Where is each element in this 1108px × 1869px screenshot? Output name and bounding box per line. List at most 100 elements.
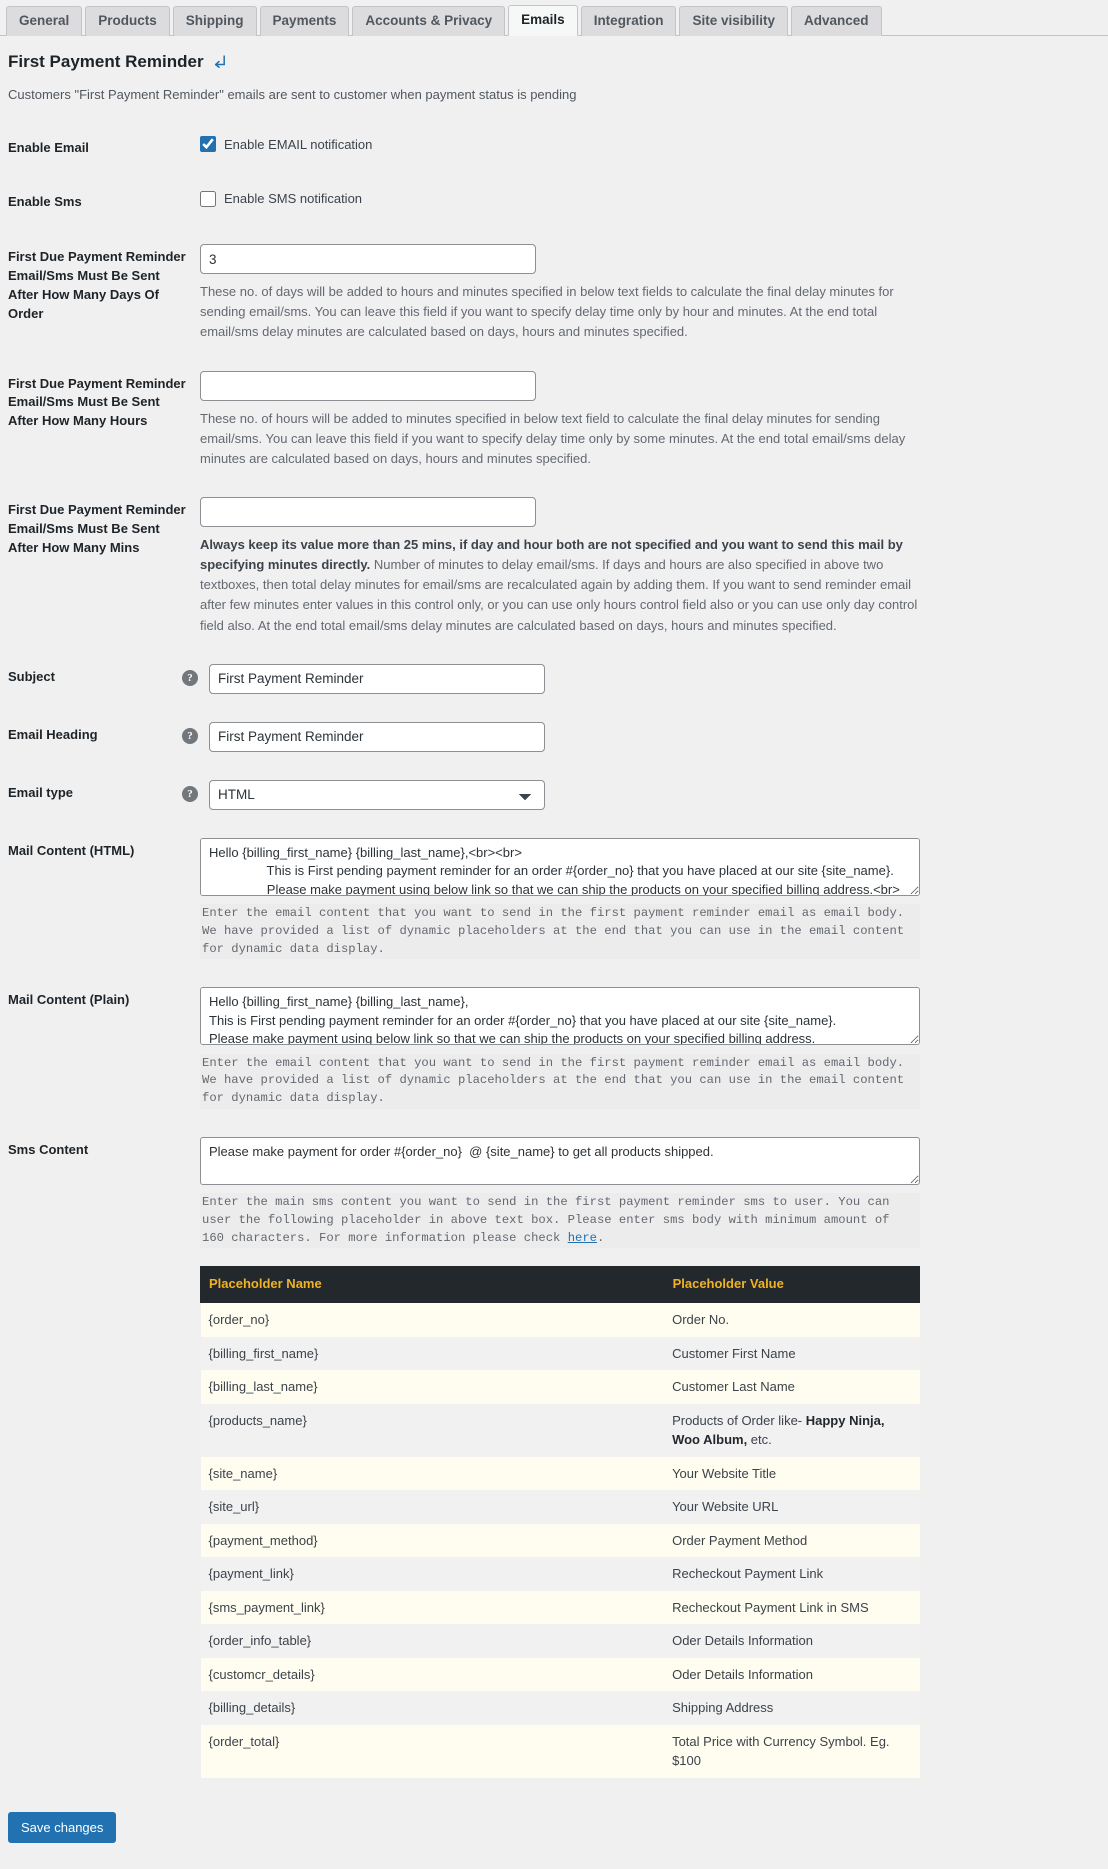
question-mark-icon[interactable]: ? (182, 669, 198, 686)
delay-days-description: These no. of days will be added to hours… (200, 284, 894, 340)
placeholder-value-cell: Shipping Address (664, 1691, 920, 1725)
placeholder-table-header-row: Placeholder Name Placeholder Value (200, 1266, 921, 1304)
sms-content-description-before: Enter the main sms content you want to s… (202, 1195, 890, 1245)
placeholder-value-cell: Total Price with Currency Symbol. Eg. $1… (664, 1724, 920, 1778)
placeholder-value-cell: Recheckout Payment Link in SMS (664, 1590, 920, 1625)
placeholder-table-body: {order_no} Order No. {billing_first_name} C… (200, 1302, 920, 1778)
label-subject: Subject (8, 668, 55, 684)
label-email-type: Email type (8, 784, 74, 800)
placeholder-value-cell: Order No. (664, 1302, 920, 1337)
placeholder-name-header: Placeholder Name (200, 1266, 665, 1304)
placeholder-value-cell: Products of Order like- Happy Ninja, Woo… (664, 1403, 920, 1457)
row-delay-mins: First Due Payment Reminder Email/Sms Mus… (0, 483, 1108, 650)
label-enable-email: Enable Email (8, 139, 89, 155)
enable-sms-checkbox-label[interactable]: Enable SMS notification (200, 189, 1098, 209)
placeholder-value-cell: Customer First Name (664, 1336, 920, 1371)
row-enable-email: Enable Email Enable EMAIL notification (0, 121, 1108, 176)
section-header: First Payment Reminder Customers "First … (0, 36, 1108, 105)
table-row: {sms_payment_link} Recheckout Payment Lin… (200, 1590, 920, 1625)
placeholder-name-cell: {payment_method} (200, 1523, 665, 1558)
table-row: {payment_method} Order Payment Method (200, 1523, 920, 1558)
email-heading-input[interactable] (209, 721, 545, 752)
mail-content-plain-textarea[interactable]: Hello {billing_first_name} {billing_last… (200, 987, 920, 1046)
delay-mins-description: Always keep its value more than 25 mins,… (200, 535, 920, 636)
placeholder-table: Placeholder Name Placeholder Value {orde… (200, 1266, 921, 1778)
row-email-heading: Email Heading ? (0, 708, 1108, 766)
tab-advanced[interactable]: Advanced (790, 5, 882, 36)
row-sms-content: Sms Content Please make payment for orde… (0, 1123, 1108, 1792)
tab-accounts-privacy[interactable]: Accounts & Privacy (352, 5, 506, 36)
label-mail-content-html: Mail Content (HTML) (8, 842, 135, 858)
question-mark-icon[interactable]: ? (182, 785, 198, 802)
tab-site-visibility[interactable]: Site visibility (679, 5, 788, 36)
page-description: Customers "First Payment Reminder" email… (8, 87, 577, 102)
placeholder-value-cell: Oder Details Information (664, 1624, 920, 1658)
sms-content-description-after: . (596, 1230, 605, 1245)
row-email-type: Email type ? HTML (0, 766, 1108, 824)
tab-general[interactable]: General (6, 5, 83, 36)
label-delay-hours: First Due Payment Reminder Email/Sms Mus… (8, 375, 186, 429)
tab-payments[interactable]: Payments (259, 5, 350, 36)
row-mail-content-plain: Mail Content (Plain) Hello {billing_firs… (0, 973, 1108, 1123)
table-row: {order_info_table} Oder Details Informati… (200, 1624, 920, 1658)
delay-hours-input[interactable] (200, 370, 536, 401)
placeholder-name-cell: {billing_last_name} (200, 1370, 665, 1404)
label-delay-mins: First Due Payment Reminder Email/Sms Mus… (8, 502, 186, 555)
table-row: {order_no} Order No. (200, 1302, 920, 1337)
label-email-heading: Email Heading (8, 726, 98, 742)
placeholder-name-cell: {billing_first_name} (200, 1336, 665, 1371)
placeholder-name-cell: {order_total} (200, 1724, 665, 1778)
save-changes-button[interactable]: Save changes (8, 1811, 117, 1844)
label-enable-sms: Enable Sms (8, 194, 82, 210)
table-row: {billing_details} Shipping Address (200, 1691, 920, 1725)
tab-shipping[interactable]: Shipping (172, 5, 257, 36)
page-title-text: First Payment Reminder (8, 52, 204, 71)
placeholder-value-header: Placeholder Value (663, 1266, 921, 1304)
question-mark-icon[interactable]: ? (182, 727, 198, 744)
table-row: {site_url} Your Website URL (200, 1490, 920, 1524)
label-delay-days: First Due Payment Reminder Email/Sms Mus… (8, 249, 186, 321)
placeholder-value-cell: Your Website Title (664, 1456, 920, 1491)
placeholder-name-cell: {order_no} (200, 1302, 665, 1337)
delay-mins-input[interactable] (200, 497, 536, 528)
placeholder-name-cell: {products_name} (200, 1403, 665, 1457)
placeholder-value-cell: Oder Details Information (664, 1657, 920, 1692)
placeholder-name-cell: {sms_payment_link} (200, 1590, 665, 1625)
sms-info-link[interactable]: here (568, 1231, 597, 1245)
delay-hours-description: These no. of hours will be added to minu… (200, 410, 906, 466)
placeholder-value-cell: Recheckout Payment Link (664, 1557, 920, 1591)
placeholder-value-cell: Customer Last Name (664, 1370, 920, 1404)
enable-email-checkbox[interactable] (200, 136, 216, 153)
page-title: First Payment Reminder (8, 52, 1100, 72)
tab-products[interactable]: Products (85, 5, 170, 36)
mail-content-plain-description: Enter the email content that you want to… (200, 1053, 920, 1109)
row-enable-sms: Enable Sms Enable SMS notification (0, 175, 1108, 230)
row-mail-content-html: Mail Content (HTML) Hello {billing_first… (0, 824, 1108, 974)
subject-input[interactable] (209, 663, 545, 694)
delay-days-input[interactable] (200, 244, 536, 275)
sms-content-textarea[interactable]: Please make payment for order #{order_no… (200, 1136, 920, 1185)
row-subject: Subject ? (0, 650, 1108, 708)
settings-tab-bar: General Products Shipping Payments Accou… (0, 0, 1108, 36)
placeholder-name-cell: {payment_link} (200, 1557, 665, 1591)
return-arrow-icon[interactable] (213, 54, 228, 70)
settings-form-table: Enable Email Enable EMAIL notification E… (0, 121, 1108, 1792)
row-delay-days: First Due Payment Reminder Email/Sms Mus… (0, 230, 1108, 356)
tab-integration[interactable]: Integration (580, 5, 677, 36)
enable-sms-checkbox[interactable] (200, 191, 216, 208)
table-row: {billing_first_name} Customer First Name (200, 1336, 920, 1371)
tab-emails[interactable]: Emails (508, 4, 578, 36)
mail-content-html-textarea[interactable]: Hello {billing_first_name} {billing_last… (200, 837, 920, 896)
table-row: {billing_last_name} Customer Last Name (200, 1370, 920, 1404)
table-row: {payment_link} Recheckout Payment Link (200, 1557, 920, 1591)
mail-content-html-description: Enter the email content that you want to… (200, 904, 920, 960)
table-row: {products_name} Products of Order like- H… (200, 1403, 920, 1457)
table-row: {customcr_details} Oder Details Informati… (200, 1657, 920, 1692)
placeholder-name-cell: {order_info_table} (200, 1624, 665, 1658)
email-type-select[interactable]: HTML (209, 779, 545, 810)
placeholder-name-cell: {site_url} (200, 1490, 665, 1524)
placeholder-name-cell: {site_name} (200, 1456, 665, 1491)
placeholder-value-cell: Your Website URL (664, 1490, 920, 1524)
label-sms-content: Sms Content (8, 1141, 89, 1157)
enable-email-checkbox-label[interactable]: Enable EMAIL notification (200, 135, 1098, 155)
